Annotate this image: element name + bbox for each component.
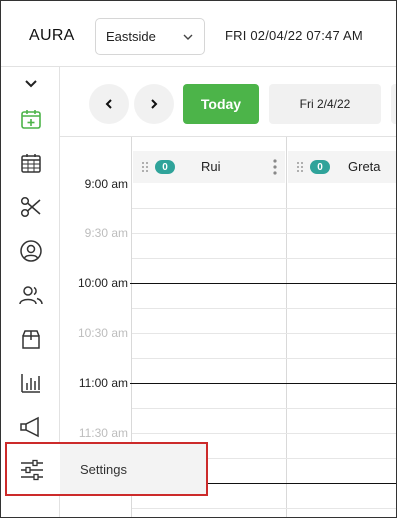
- location-select[interactable]: Eastside: [95, 18, 205, 55]
- calendar-add-icon: [21, 110, 41, 129]
- users-icon: [19, 286, 43, 305]
- current-datetime: FRI 02/04/22 07:47 AM: [225, 28, 363, 43]
- settings-flyout-label[interactable]: Settings: [60, 444, 206, 494]
- megaphone-icon: [20, 416, 39, 438]
- sliders-icon: [21, 459, 43, 481]
- staff-name: Greta: [348, 159, 381, 174]
- calendar-toolbar: Today Fri 2/4/22: [60, 67, 396, 137]
- slot-line: [132, 433, 396, 434]
- calendar-grid-icon: [21, 154, 41, 173]
- view-options-button[interactable]: [391, 84, 396, 124]
- location-value: Eastside: [106, 29, 156, 44]
- sidebar-item-settings[interactable]: Settings: [5, 442, 208, 496]
- slot-line: [132, 333, 396, 334]
- sidebar-item-staff[interactable]: [17, 281, 45, 309]
- slot-line: [132, 258, 396, 259]
- slot-line: [132, 208, 396, 209]
- time-label: 10:30 am: [77, 326, 128, 340]
- bar-chart-icon: [21, 374, 40, 393]
- time-label: 11:00 am: [78, 376, 128, 390]
- sidebar-item-clients[interactable]: [17, 237, 45, 265]
- appointment-count-badge: 0: [310, 160, 330, 174]
- chevron-right-icon: [151, 99, 158, 109]
- slot-line: [132, 408, 396, 409]
- appointment-count-badge: 0: [155, 160, 175, 174]
- today-button[interactable]: Today: [183, 84, 259, 124]
- chevron-down-icon: [183, 34, 193, 40]
- next-day-button[interactable]: [134, 84, 174, 124]
- time-label: 10:00 am: [77, 276, 128, 290]
- staff-name: Rui: [201, 159, 221, 174]
- column-divider: [286, 137, 287, 517]
- slot-line: [132, 233, 396, 234]
- sidebar-item-products[interactable]: [17, 325, 45, 353]
- app-window: AURA Eastside FRI 02/04/22 07:47 AM Toda…: [0, 0, 397, 518]
- time-label: 9:00 am: [84, 177, 128, 191]
- brand-logo-text[interactable]: AURA: [29, 27, 75, 45]
- staff-column-header[interactable]: 0 Rui: [133, 151, 285, 183]
- drag-handle-icon[interactable]: [296, 161, 304, 173]
- user-circle-icon: [20, 240, 42, 262]
- kebab-menu-icon[interactable]: [273, 159, 277, 175]
- scissors-icon: [20, 196, 41, 218]
- sidebar-item-marketing[interactable]: [17, 413, 45, 441]
- prev-day-button[interactable]: [89, 84, 129, 124]
- staff-column-header[interactable]: 0 Greta: [288, 151, 396, 183]
- top-header: AURA Eastside FRI 02/04/22 07:47 AM: [1, 1, 396, 67]
- chevron-left-icon: [105, 99, 112, 109]
- slot-line: [132, 508, 396, 509]
- hour-line: [130, 383, 396, 384]
- hour-line: [130, 283, 396, 284]
- time-label: 9:30 am: [84, 226, 128, 240]
- time-label: 11:30 am: [78, 426, 128, 440]
- sidebar-item-reports[interactable]: [17, 369, 45, 397]
- sidebar-item-appointments[interactable]: [17, 105, 45, 133]
- drag-handle-icon[interactable]: [141, 161, 149, 173]
- sidebar-item-services[interactable]: [17, 193, 45, 221]
- slot-line: [132, 358, 396, 359]
- sidebar-item-schedule[interactable]: [17, 149, 45, 177]
- collapse-chevron-icon[interactable]: [22, 75, 40, 93]
- slot-line: [132, 308, 396, 309]
- box-icon: [22, 330, 40, 349]
- settings-label: Settings: [80, 461, 127, 477]
- date-picker-button[interactable]: Fri 2/4/22: [269, 84, 381, 124]
